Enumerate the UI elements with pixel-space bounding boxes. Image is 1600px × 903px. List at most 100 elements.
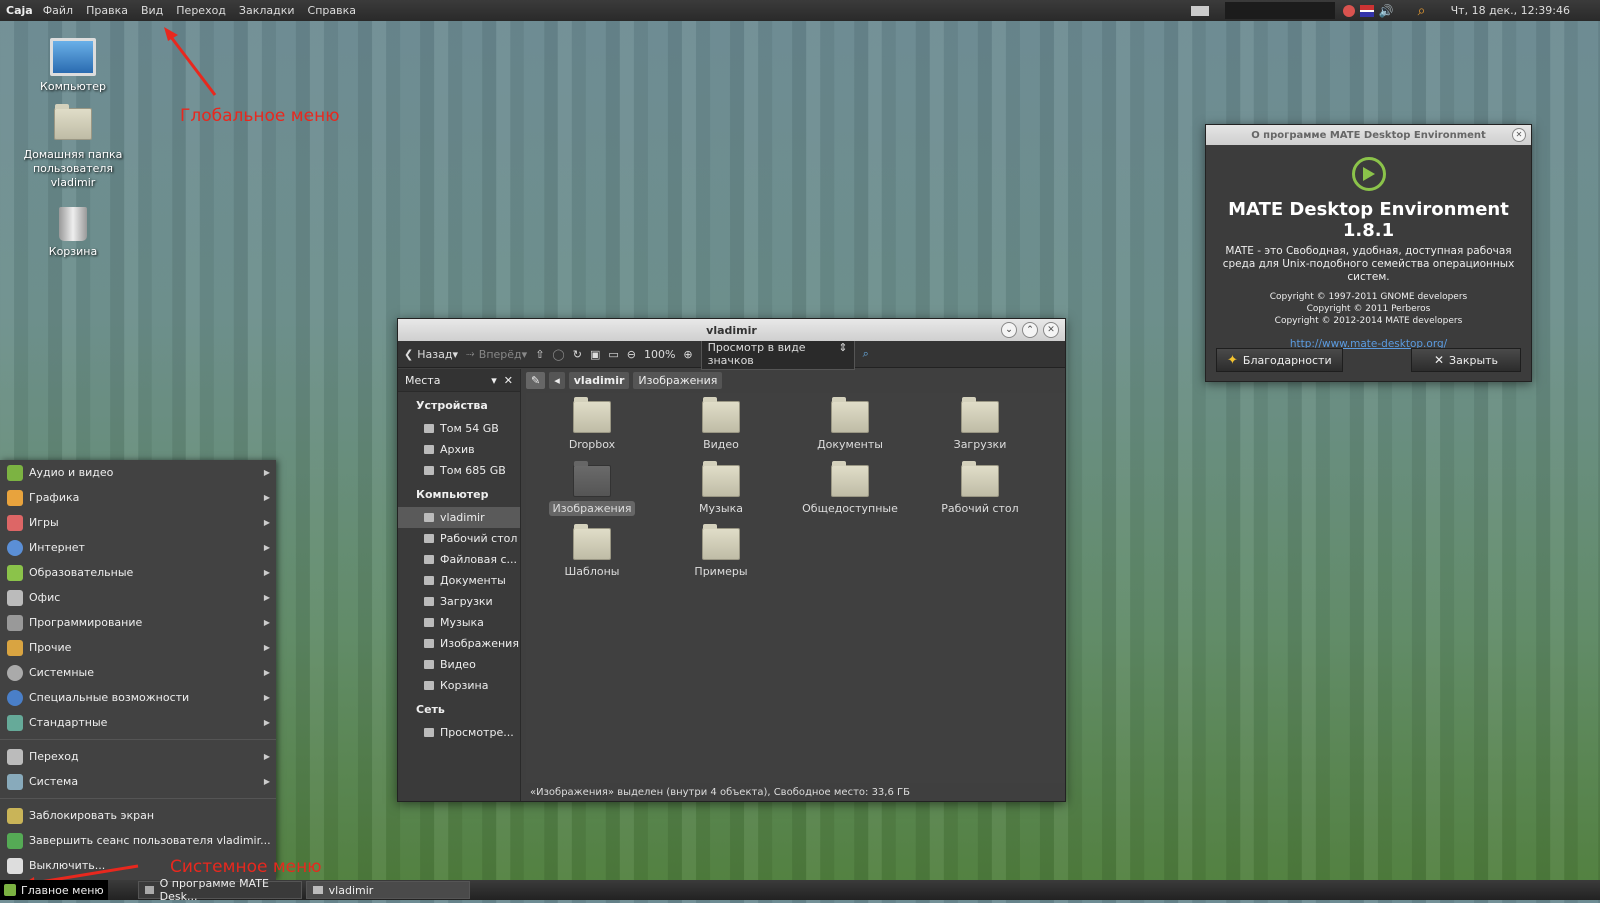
sidebar-header[interactable]: Места ▾ ✕ xyxy=(398,369,520,392)
sidebar-item-volume-54[interactable]: Том 54 GB xyxy=(398,418,520,439)
chevron-right-icon: ▶ xyxy=(263,668,270,677)
folder-icon xyxy=(424,618,434,627)
dialog-titlebar[interactable]: О программе MATE Desktop Environment ✕ xyxy=(1206,125,1531,145)
menu-item-programming[interactable]: Программирование ▶ xyxy=(0,610,276,635)
drive-icon xyxy=(424,466,434,475)
desktop-icon-trash[interactable]: Корзина xyxy=(13,207,133,259)
forward-button[interactable]: ⤑ Вперёд ▾ xyxy=(466,347,527,361)
menu-item-system-tools[interactable]: Системные ▶ xyxy=(0,660,276,685)
toolbar: ❮ Назад ▾ ⤑ Вперёд ▾ ⇧ ◯ ↻ ▣ ▭ ⊖ 100% ⊕ Пр… xyxy=(398,338,1065,370)
menu-file[interactable]: Файл xyxy=(43,4,73,17)
file-item[interactable]: Рабочий стол xyxy=(925,461,1035,515)
file-item[interactable]: Общедоступные xyxy=(795,461,905,515)
file-item[interactable]: Загрузки xyxy=(925,397,1035,451)
file-item[interactable]: Музыка xyxy=(666,461,776,515)
credits-button[interactable]: ✦ Благодарности xyxy=(1216,348,1343,372)
desktop-icon-computer[interactable]: Компьютер xyxy=(13,38,133,94)
maximize-button[interactable]: ⌃ xyxy=(1022,322,1038,338)
menu-item-other[interactable]: Прочие ▶ xyxy=(0,635,276,660)
sidebar-item-home[interactable]: vladimir xyxy=(398,507,520,528)
view-mode-select[interactable]: Просмотр в виде значков ⇕ xyxy=(700,338,855,370)
search-icon[interactable]: ⌕ xyxy=(1418,4,1432,18)
breadcrumb: ✎ ◂ vladimir Изображения xyxy=(526,369,726,391)
file-item[interactable]: Документы xyxy=(795,397,905,451)
internet-icon xyxy=(7,539,23,556)
menu-item-office[interactable]: Офис ▶ xyxy=(0,585,276,610)
menu-item-accessories[interactable]: Стандартные ▶ xyxy=(0,710,276,735)
menu-item-lock-screen[interactable]: Заблокировать экран xyxy=(0,803,276,828)
chevron-right-icon: ▶ xyxy=(263,693,270,702)
reload-icon[interactable]: ↻ xyxy=(573,348,582,361)
task-file-manager[interactable]: vladimir xyxy=(305,881,470,899)
file-view: Dropbox Видео Документы Загрузки Изображ… xyxy=(526,393,1065,783)
sidebar-item-desktop[interactable]: Рабочий стол xyxy=(398,528,520,549)
menu-help[interactable]: Справка xyxy=(308,4,356,17)
sidebar-item-archive[interactable]: Архив xyxy=(398,439,520,460)
menu-item-audio-video[interactable]: Аудио и видео ▶ xyxy=(0,460,276,485)
menu-item-graphics[interactable]: Графика ▶ xyxy=(0,485,276,510)
file-item-selected[interactable]: Изображения xyxy=(537,461,647,516)
up-icon[interactable]: ⇧ xyxy=(535,348,544,361)
back-button[interactable]: ❮ Назад ▾ xyxy=(404,348,458,361)
home-icon[interactable]: ▣ xyxy=(590,348,600,361)
menu-bookmarks[interactable]: Закладки xyxy=(239,4,295,17)
clock[interactable]: Чт, 18 дек., 12:39:46 xyxy=(1451,4,1570,17)
programming-icon xyxy=(7,614,23,631)
file-item[interactable]: Dropbox xyxy=(537,397,647,451)
workspace-switcher-icon[interactable] xyxy=(1190,5,1209,16)
menu-item-places[interactable]: Переход ▶ xyxy=(0,744,276,769)
sidebar-item-documents[interactable]: Документы xyxy=(398,570,520,591)
file-item[interactable]: Видео xyxy=(666,397,776,451)
breadcrumb-home[interactable]: vladimir xyxy=(568,371,630,389)
notification-icon[interactable] xyxy=(1342,4,1355,17)
sidebar-item-videos[interactable]: Видео xyxy=(398,654,520,675)
close-icon[interactable]: ✕ xyxy=(504,374,513,387)
path-left-arrow-icon[interactable]: ◂ xyxy=(549,371,565,389)
zoom-out-icon[interactable]: ⊖ xyxy=(627,348,636,361)
window-titlebar[interactable]: vladimir ⌄ ⌃ ✕ xyxy=(398,319,1065,341)
folder-public-icon xyxy=(831,461,869,497)
menu-view[interactable]: Вид xyxy=(141,4,163,17)
task-about-dialog[interactable]: О программе MATE Desk... xyxy=(137,877,302,903)
chevron-down-icon[interactable]: ▾ xyxy=(491,374,497,387)
menu-item-accessibility[interactable]: Специальные возможности ▶ xyxy=(0,685,276,710)
menu-item-logout[interactable]: Завершить сеанс пользователя vladimir... xyxy=(0,828,276,853)
close-button[interactable]: ✕ Закрыть xyxy=(1411,348,1521,372)
drive-icon xyxy=(424,424,434,433)
file-item[interactable]: Примеры xyxy=(666,524,776,578)
volume-icon[interactable]: 🔊 xyxy=(1379,5,1394,17)
stop-icon[interactable]: ◯ xyxy=(552,348,564,361)
sidebar-item-volume-685[interactable]: Том 685 GB xyxy=(398,460,520,481)
graphics-icon xyxy=(7,489,23,506)
sidebar-item-pictures[interactable]: Изображения xyxy=(398,633,520,654)
menu-item-education[interactable]: Образовательные ▶ xyxy=(0,560,276,585)
window-list-area xyxy=(1224,2,1335,19)
keyboard-layout-flag-icon[interactable] xyxy=(1359,4,1374,17)
folder-icon xyxy=(424,534,434,543)
menu-item-system[interactable]: Система ▶ xyxy=(0,769,276,794)
menu-item-internet[interactable]: Интернет ▶ xyxy=(0,535,276,560)
close-icon[interactable]: ✕ xyxy=(1512,128,1526,142)
computer-icon[interactable]: ▭ xyxy=(608,348,618,361)
sidebar-item-browse-network[interactable]: Просмотре... xyxy=(398,722,520,743)
sidebar-item-music[interactable]: Музыка xyxy=(398,612,520,633)
breadcrumb-pictures[interactable]: Изображения xyxy=(633,371,723,389)
close-button[interactable]: ✕ xyxy=(1043,322,1059,338)
menu-separator xyxy=(0,739,276,740)
edit-location-icon[interactable]: ✎ xyxy=(526,371,546,389)
file-item[interactable]: Шаблоны xyxy=(537,524,647,578)
sidebar-item-filesystem[interactable]: Файловая с... xyxy=(398,549,520,570)
minimize-button[interactable]: ⌄ xyxy=(1001,322,1017,338)
sidebar-item-trash[interactable]: Корзина xyxy=(398,675,520,696)
sidebar-item-downloads[interactable]: Загрузки xyxy=(398,591,520,612)
search-icon[interactable]: ⌕ xyxy=(863,347,869,361)
trash-icon xyxy=(424,681,434,690)
menu-item-games[interactable]: Игры ▶ xyxy=(0,510,276,535)
zoom-in-icon[interactable]: ⊕ xyxy=(683,348,692,361)
folder-icon xyxy=(7,748,23,765)
desktop-icon-home[interactable]: Домашняя папка пользователя vladimir xyxy=(13,104,133,190)
annotation-system-menu: Системное меню xyxy=(170,857,322,877)
menu-edit[interactable]: Правка xyxy=(86,4,128,17)
main-menu-button[interactable]: Главное меню xyxy=(0,880,108,900)
menu-go[interactable]: Переход xyxy=(176,4,226,17)
